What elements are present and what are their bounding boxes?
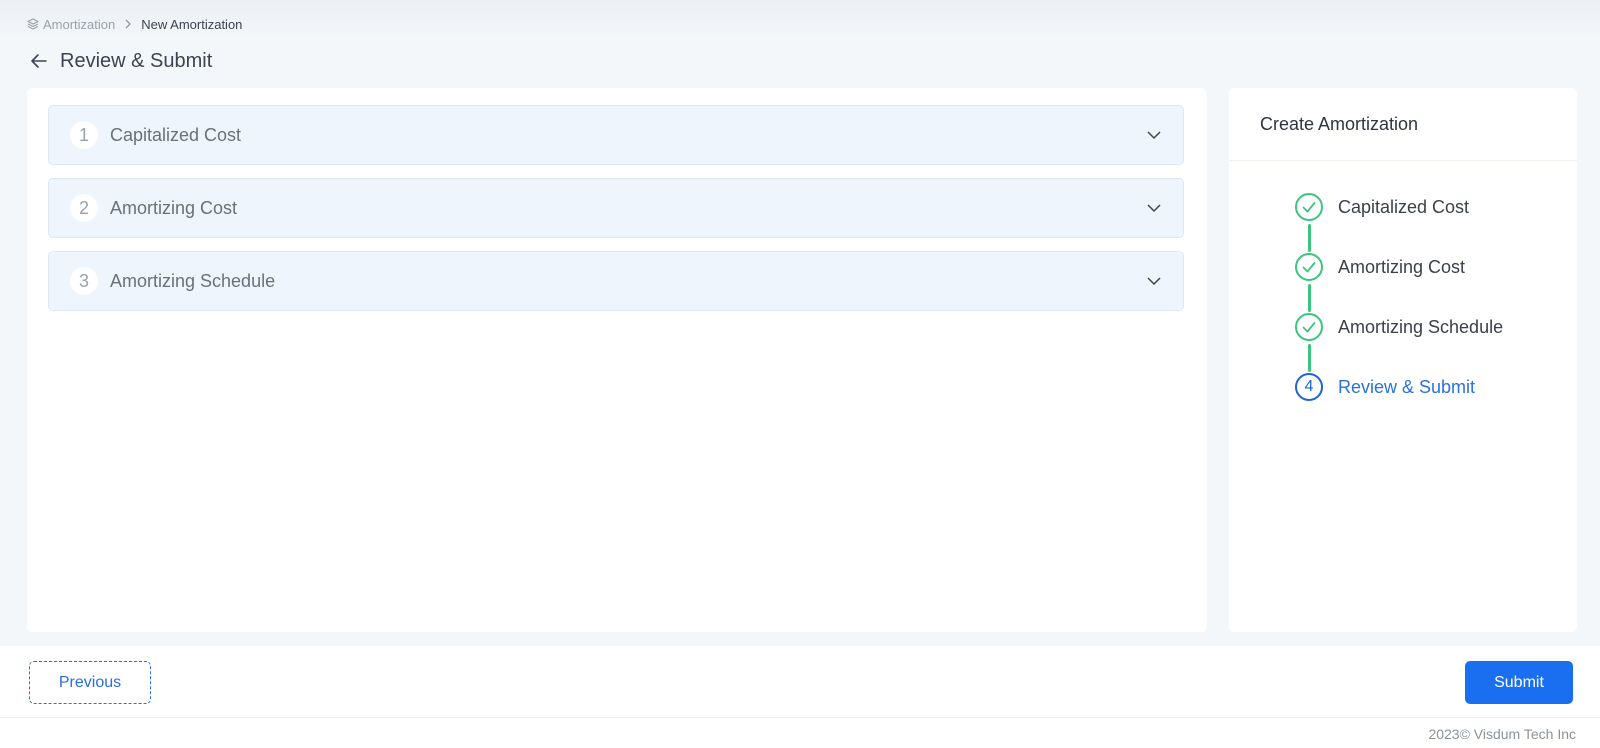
chevron-right-icon (123, 18, 133, 30)
accordion-item-amortizing-cost[interactable]: 2 Amortizing Cost (48, 178, 1184, 238)
step-connector (1308, 344, 1311, 372)
review-card: 1 Capitalized Cost 2 Amortizing Cost 3 A… (27, 88, 1207, 632)
check-icon (1295, 193, 1323, 221)
submit-button[interactable]: Submit (1465, 661, 1573, 704)
breadcrumb-root-link[interactable]: Amortization (43, 17, 115, 32)
accordion-label: Amortizing Cost (110, 197, 238, 218)
step-amortizing-schedule: Amortizing Schedule (1295, 312, 1503, 342)
stepper-title: Create Amortization (1260, 114, 1419, 134)
action-bar: Previous Submit (0, 646, 1600, 718)
copyright-text: 2023© Visdum Tech Inc (1428, 726, 1576, 742)
page-header: Review & Submit (28, 48, 212, 74)
check-icon (1295, 313, 1323, 341)
accordion-item-capitalized-cost[interactable]: 1 Capitalized Cost (48, 105, 1184, 165)
breadcrumb-current: New Amortization (141, 16, 243, 32)
accordion-number: 1 (70, 121, 98, 149)
copyright-bar: 2023© Visdum Tech Inc (0, 718, 1600, 748)
divider (1229, 160, 1577, 161)
step-connector (1308, 284, 1311, 312)
step-amortizing-cost: Amortizing Cost (1295, 252, 1465, 282)
accordion-label: Amortizing Schedule (110, 270, 276, 291)
page-title: Review & Submit (60, 49, 213, 72)
chevron-down-icon[interactable] (1145, 272, 1163, 290)
layers-icon (27, 18, 39, 30)
accordion-number: 2 (70, 194, 98, 222)
chevron-down-icon[interactable] (1145, 126, 1163, 144)
accordion-number: 3 (70, 267, 98, 295)
step-label: Amortizing Schedule (1338, 316, 1504, 337)
stepper-panel: Create Amortization Capitalized Cost Amo… (1229, 88, 1577, 632)
step-label: Review & Submit (1338, 376, 1476, 397)
step-connector (1308, 224, 1311, 252)
check-icon (1295, 253, 1323, 281)
step-number: 4 (1295, 373, 1323, 401)
step-capitalized-cost: Capitalized Cost (1295, 192, 1469, 222)
breadcrumb: Amortization New Amortization (27, 16, 242, 32)
arrow-left-icon[interactable] (28, 50, 50, 72)
step-review-submit: 4 Review & Submit (1295, 372, 1475, 402)
accordion-label: Capitalized Cost (110, 124, 242, 145)
chevron-down-icon[interactable] (1145, 199, 1163, 217)
step-label: Capitalized Cost (1338, 196, 1470, 217)
previous-button[interactable]: Previous (29, 661, 151, 704)
accordion-item-amortizing-schedule[interactable]: 3 Amortizing Schedule (48, 251, 1184, 311)
step-label: Amortizing Cost (1338, 256, 1466, 277)
